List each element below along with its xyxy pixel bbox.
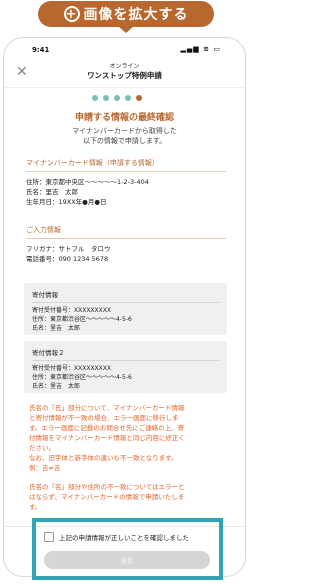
donation-box-title: 寄付情報 (32, 289, 219, 303)
birthdate-row: 生年月日：19XX年●月●日 (26, 198, 107, 206)
app-header: ✕ オンライン ワンストップ特例申請 (4, 60, 245, 84)
furigana-row: フリガナ：サトフル タロウ (26, 245, 111, 253)
step-dot (114, 95, 120, 101)
donation-number: 寄付受付番号：XXXXXXXXX (32, 307, 111, 314)
step-dot-current (136, 95, 142, 101)
donation-box-2: 寄付情報２ 寄付受付番号：XXXXXXXXX 住所：東京都渋谷区〜〜〜〜〜4-5… (24, 341, 227, 393)
name-mismatch-notice: 氏名の「氏」部分について、マイナンバーカード情報 と寄付情報が不一致の場合、エラ… (29, 403, 227, 473)
status-time: 9:41 (32, 46, 50, 54)
phone-frame: 9:41 ▂▄▆ ≋ ▭ ✕ オンライン ワンストップ特例申請 申請する情報の最… (3, 37, 246, 577)
notice-line: 氏名の「名」部分や住所の不一致についてはエラーと (29, 483, 185, 491)
donation-name: 氏名：里吉 太郎 (32, 383, 81, 390)
mynumber-section: マイナンバーカード情報（申請する情報） 住所：東京都中央区〜〜〜〜〜1-2-3-… (26, 158, 226, 207)
donation-number: 寄付受付番号：XXXXXXXXX (32, 365, 111, 372)
notice-line: 付情報をマイナンバーカード情報と同じ内容に修正く (29, 434, 185, 442)
status-bar: 9:41 ▂▄▆ ≋ ▭ (4, 38, 245, 56)
confirm-checkbox[interactable] (44, 532, 54, 542)
confirm-checkbox-row[interactable]: 上記の申請情報が正しいことを確認しました (44, 532, 189, 542)
address-row: 住所：東京都中央区〜〜〜〜〜1-2-3-404 (26, 178, 149, 186)
confirm-label: 上記の申請情報が正しいことを確認しました (59, 534, 189, 542)
step-dot (103, 95, 109, 101)
donation-address: 住所：東京都渋谷区〜〜〜〜〜4-5-6 (32, 316, 132, 323)
notice-line: す。 (29, 503, 42, 511)
page-heading: 申請する情報の最終確認 (74, 113, 174, 123)
header-divider (4, 87, 245, 88)
plus-circle-icon: + (63, 6, 80, 22)
submit-button[interactable]: 送信 (44, 551, 210, 569)
donation-box-1: 寄付情報 寄付受付番号：XXXXXXXXX 住所：東京都渋谷区〜〜〜〜〜4-5-… (24, 283, 227, 335)
description-line: マイナンバーカードから取得した (72, 127, 177, 135)
input-section-title: ご入力情報 (26, 225, 226, 239)
badge-pointer (118, 26, 134, 33)
enlarge-image-label: 画像を拡大する (83, 7, 189, 23)
donation-address: 住所：東京都渋谷区〜〜〜〜〜4-5-6 (32, 374, 132, 381)
input-section: ご入力情報 フリガナ：サトフル タロウ 電話番号：090 1234 5678 (26, 225, 226, 264)
donation-name: 氏名：里吉 太郎 (32, 325, 81, 332)
page-description: マイナンバーカードから取得した 以下の情報で申請します。 (4, 126, 245, 146)
notice-line: 例：吉≠吉 (29, 464, 61, 472)
enlarge-image-badge[interactable]: + 画像を拡大する (38, 1, 214, 27)
status-icons: ▂▄▆ ≋ ▭ (180, 45, 221, 53)
notice-line: す。エラー画面に記載のお問合せ先にご連絡の上、寄 (29, 424, 185, 432)
address-notice: 氏名の「名」部分や住所の不一致についてはエラーと はならず、マイナンバーカードの… (29, 482, 227, 512)
notice-line: なお、旧字体と新字体の違いも不一致となります。 (29, 454, 178, 462)
notice-line: と寄付情報が不一致の場合、エラー画面に移行しま (29, 414, 179, 422)
donation-box-title: 寄付情報２ (32, 347, 219, 361)
notice-line: 氏名の「氏」部分について、マイナンバーカード情報 (29, 404, 185, 412)
name-row: 氏名：里吉 太郎 (26, 188, 78, 196)
notice-line: はならず、マイナンバーカードの情報で申請いたしま (29, 493, 185, 501)
header-title: ワンストップ特例申請 (87, 71, 162, 80)
header-title-block: オンライン ワンストップ特例申請 (4, 61, 245, 81)
step-indicator (92, 95, 142, 101)
mynumber-section-title: マイナンバーカード情報（申請する情報） (26, 158, 226, 172)
step-dot (125, 95, 131, 101)
header-subtitle: オンライン (109, 63, 140, 70)
phone-row: 電話番号：090 1234 5678 (26, 255, 109, 263)
step-dot (92, 95, 98, 101)
description-line: 以下の情報で申請します。 (82, 137, 167, 145)
notice-line: ださい。 (29, 444, 55, 452)
confirm-highlight-frame (32, 518, 223, 580)
